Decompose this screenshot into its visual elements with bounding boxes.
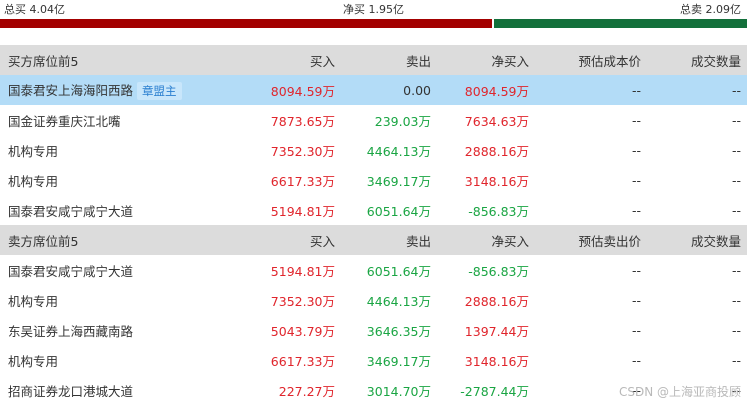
- header-volume: 成交数量: [647, 225, 747, 255]
- est-price: --: [535, 345, 647, 375]
- table-row[interactable]: 机构专用 6617.33万 3469.17万 3148.16万 -- --: [0, 345, 747, 375]
- volume: --: [647, 315, 747, 345]
- volume: --: [647, 345, 747, 375]
- sell-portion-bar: [494, 19, 747, 28]
- est-price: --: [535, 75, 647, 105]
- table-row[interactable]: 国泰君安咸宁咸宁大道 5194.81万 6051.64万 -856.83万 --…: [0, 255, 747, 285]
- header-est-price: 预估卖出价: [535, 225, 647, 255]
- net-buy-label: 净买 1.95亿: [343, 2, 404, 18]
- seat-name: 国泰君安咸宁咸宁大道: [0, 255, 250, 285]
- net-amount: 8094.59万: [437, 75, 535, 105]
- sell-amount: 6051.64万: [341, 195, 437, 225]
- volume: --: [647, 105, 747, 135]
- sell-amount: 3469.17万: [341, 165, 437, 195]
- seat-name: 机构专用: [0, 135, 250, 165]
- sell-amount: 0.00: [341, 75, 437, 105]
- buy-amount: 8094.59万: [250, 75, 341, 105]
- buy-amount: 227.27万: [250, 375, 341, 405]
- header-sell: 卖出: [341, 45, 437, 75]
- net-amount: 1397.44万: [437, 315, 535, 345]
- sell-amount: 3469.17万: [341, 345, 437, 375]
- buy-amount: 5194.81万: [250, 195, 341, 225]
- sell-amount: 3014.70万: [341, 375, 437, 405]
- net-amount: 7634.63万: [437, 105, 535, 135]
- buy-amount: 7873.65万: [250, 105, 341, 135]
- table-row[interactable]: 机构专用 6617.33万 3469.17万 3148.16万 -- --: [0, 165, 747, 195]
- seat-name-cell: 国泰君安上海海阳西路章盟主: [0, 75, 250, 105]
- buy-table-header: 买方席位前5 买入 卖出 净买入 预估成本价 成交数量: [0, 45, 747, 75]
- sell-seats-table: 卖方席位前5 买入 卖出 净买入 预估卖出价 成交数量 国泰君安咸宁咸宁大道 5…: [0, 225, 747, 405]
- buy-amount: 6617.33万: [250, 165, 341, 195]
- header-sell: 卖出: [341, 225, 437, 255]
- header-seat: 卖方席位前5: [0, 225, 250, 255]
- sell-amount: 239.03万: [341, 105, 437, 135]
- net-amount: 3148.16万: [437, 345, 535, 375]
- table-row[interactable]: 国泰君安上海海阳西路章盟主 8094.59万 0.00 8094.59万 -- …: [0, 75, 747, 105]
- net-amount: -856.83万: [437, 255, 535, 285]
- sell-table-header: 卖方席位前5 买入 卖出 净买入 预估卖出价 成交数量: [0, 225, 747, 255]
- sell-amount: 6051.64万: [341, 255, 437, 285]
- table-row[interactable]: 机构专用 7352.30万 4464.13万 2888.16万 -- --: [0, 135, 747, 165]
- seat-name: 国泰君安咸宁咸宁大道: [0, 195, 250, 225]
- header-seat: 买方席位前5: [0, 45, 250, 75]
- net-amount: 2888.16万: [437, 135, 535, 165]
- total-buy-label: 总买 4.04亿: [4, 2, 65, 18]
- summary-bar: 总买 4.04亿 净买 1.95亿 总卖 2.09亿: [0, 0, 747, 16]
- table-row[interactable]: 机构专用 7352.30万 4464.13万 2888.16万 -- --: [0, 285, 747, 315]
- sell-amount: 4464.13万: [341, 135, 437, 165]
- est-price: --: [535, 135, 647, 165]
- est-price: --: [535, 165, 647, 195]
- net-amount: -2787.44万: [437, 375, 535, 405]
- buy-seats-table: 买方席位前5 买入 卖出 净买入 预估成本价 成交数量 国泰君安上海海阳西路章盟…: [0, 45, 747, 225]
- table-row[interactable]: 国金证券重庆江北嘴 7873.65万 239.03万 7634.63万 -- -…: [0, 105, 747, 135]
- seat-name: 东吴证券上海西藏南路: [0, 315, 250, 345]
- seat-name: 机构专用: [0, 165, 250, 195]
- volume: --: [647, 165, 747, 195]
- seat-name: 机构专用: [0, 345, 250, 375]
- seat-name: 招商证券龙口港城大道: [0, 375, 250, 405]
- est-price: --: [535, 285, 647, 315]
- volume: --: [647, 75, 747, 105]
- est-price: --: [535, 315, 647, 345]
- net-amount: -856.83万: [437, 195, 535, 225]
- buy-amount: 5043.79万: [250, 315, 341, 345]
- buy-sell-ratio-bar: [0, 19, 747, 28]
- header-net: 净买入: [437, 45, 535, 75]
- seat-name: 国金证券重庆江北嘴: [0, 105, 250, 135]
- seat-name: 国泰君安上海海阳西路: [8, 83, 133, 98]
- trader-tag[interactable]: 章盟主: [137, 82, 182, 100]
- volume: --: [647, 285, 747, 315]
- buy-amount: 7352.30万: [250, 285, 341, 315]
- net-amount: 3148.16万: [437, 165, 535, 195]
- sell-amount: 4464.13万: [341, 285, 437, 315]
- seat-name: 机构专用: [0, 285, 250, 315]
- total-sell-label: 总卖 2.09亿: [680, 2, 741, 18]
- est-price: --: [535, 195, 647, 225]
- buy-amount: 6617.33万: [250, 345, 341, 375]
- volume: --: [647, 195, 747, 225]
- table-row[interactable]: 国泰君安咸宁咸宁大道 5194.81万 6051.64万 -856.83万 --…: [0, 195, 747, 225]
- buy-portion-bar: [0, 19, 492, 28]
- header-est-price: 预估成本价: [535, 45, 647, 75]
- header-buy: 买入: [250, 225, 341, 255]
- header-buy: 买入: [250, 45, 341, 75]
- sell-amount: 3646.35万: [341, 315, 437, 345]
- header-net: 净买入: [437, 225, 535, 255]
- est-price: --: [535, 255, 647, 285]
- volume: --: [647, 255, 747, 285]
- net-amount: 2888.16万: [437, 285, 535, 315]
- buy-amount: 7352.30万: [250, 135, 341, 165]
- buy-amount: 5194.81万: [250, 255, 341, 285]
- volume: --: [647, 135, 747, 165]
- table-row[interactable]: 东吴证券上海西藏南路 5043.79万 3646.35万 1397.44万 --…: [0, 315, 747, 345]
- est-price: --: [535, 105, 647, 135]
- header-volume: 成交数量: [647, 45, 747, 75]
- watermark: CSDN @上海亚商投顾: [619, 383, 741, 400]
